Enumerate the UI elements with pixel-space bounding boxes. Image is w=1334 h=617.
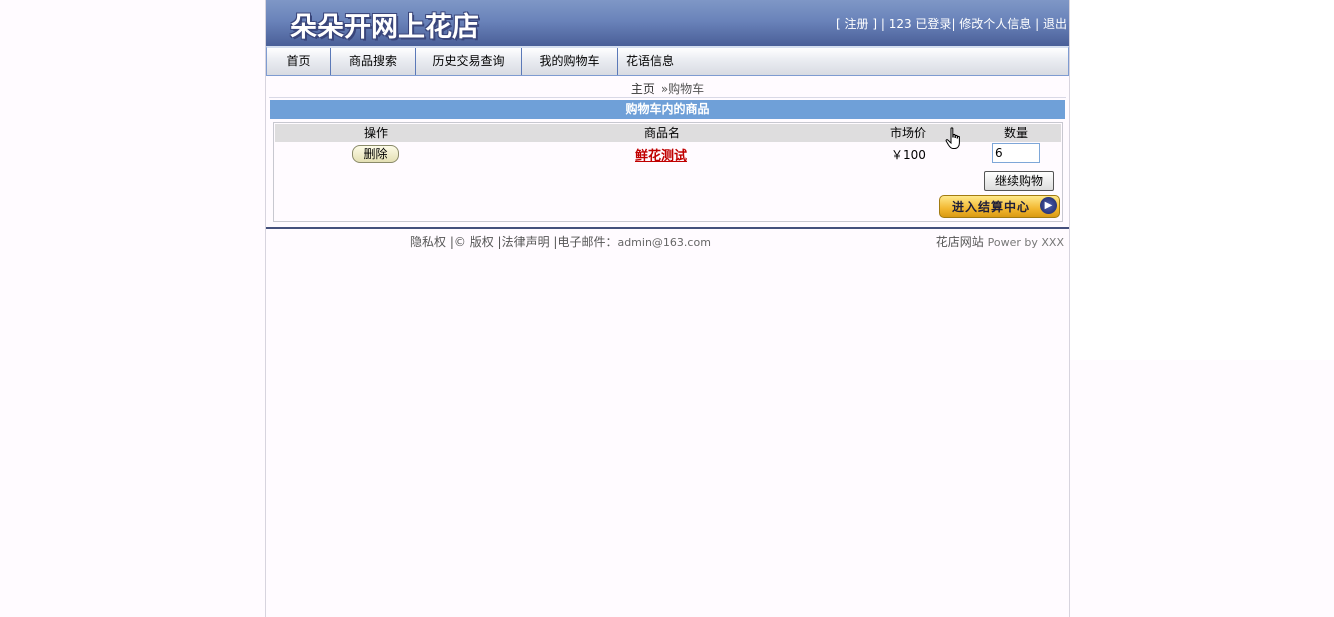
breadcrumb: 主页 »购物车 — [266, 80, 1069, 97]
site-logo: 朵朵开网上花店 — [290, 12, 479, 43]
page-margin-left — [0, 0, 265, 617]
hand-pointer-icon — [945, 127, 960, 149]
nav-item-search[interactable]: 商品搜索 — [331, 48, 416, 75]
nav-item-cart[interactable]: 我的购物车 — [522, 48, 618, 75]
email-link[interactable]: admin@163.com — [617, 236, 710, 249]
nav-item-flower-language[interactable]: 花语信息 — [618, 48, 682, 75]
footer-divider — [266, 227, 1069, 229]
checkout-button[interactable]: 进入结算中心 ▶ — [939, 195, 1060, 218]
nav-item-history[interactable]: 历史交易查询 — [416, 48, 522, 75]
edit-profile-link[interactable]: 修改个人信息 — [959, 17, 1031, 31]
column-header-action: 操作 — [364, 126, 389, 140]
quantity-input[interactable] — [992, 143, 1040, 163]
logout-link[interactable]: 退出 — [1043, 17, 1067, 31]
cart-title: 购物车内的商品 — [270, 100, 1065, 119]
footer-credit: 花店网站 Power by XXX — [936, 233, 1064, 250]
nav-item-home[interactable]: 首页 — [267, 48, 331, 75]
cart-table: 操作 商品名 市场价 数量 删除 鲜花测试 ￥100 继续购物 进入结算中心 ▶ — [273, 122, 1063, 222]
product-price: ￥100 — [891, 148, 926, 162]
checkout-label: 进入结算中心 — [952, 200, 1031, 214]
page-container: 朵朵开网上花店 [ 注册 ] | 123 已登录| 修改个人信息 | 退出 首页… — [265, 0, 1070, 617]
copyright-link[interactable]: |© 版权 — [450, 235, 494, 249]
register-link[interactable]: [ 注册 ] — [836, 17, 877, 31]
legal-link[interactable]: |法律声明 — [498, 235, 550, 249]
page-margin-right — [1069, 0, 1334, 360]
column-header-qty: 数量 — [1004, 126, 1029, 140]
logged-in-status: 123 已登录 — [888, 17, 952, 31]
link-separator: | — [877, 17, 889, 31]
main-nav: 首页 商品搜索 历史交易查询 我的购物车 花语信息 — [266, 46, 1069, 76]
continue-shopping-button[interactable]: 继续购物 — [984, 171, 1054, 191]
cart-table-header: 操作 商品名 市场价 数量 — [275, 124, 1061, 142]
site-footer: 隐私权 |© 版权 |法律声明 |电子邮件：admin@163.com 花店网站… — [266, 233, 1069, 249]
cart-panel: 购物车内的商品 操作 商品名 市场价 数量 删除 鲜花测试 ￥100 继续购物 … — [269, 97, 1066, 227]
product-name-link[interactable]: 鲜花测试 — [635, 145, 687, 164]
breadcrumb-current: »购物车 — [660, 82, 705, 96]
site-header: 朵朵开网上花店 [ 注册 ] | 123 已登录| 修改个人信息 | 退出 — [266, 0, 1069, 46]
privacy-link[interactable]: 隐私权 — [410, 235, 446, 249]
email-label: |电子邮件： — [553, 235, 618, 249]
powered-by: Power by XXX — [987, 236, 1064, 249]
delete-button[interactable]: 删除 — [352, 145, 399, 163]
arrow-right-icon: ▶ — [1040, 197, 1057, 214]
breadcrumb-home[interactable]: 主页 — [631, 82, 655, 96]
footer-links: 隐私权 |© 版权 |法律声明 |电子邮件：admin@163.com — [410, 233, 711, 250]
column-header-price: 市场价 — [890, 126, 927, 140]
link-separator: | — [1031, 17, 1043, 31]
account-links: [ 注册 ] | 123 已登录| 修改个人信息 | 退出 — [836, 15, 1067, 32]
site-name: 花店网站 — [935, 235, 984, 249]
column-header-name: 商品名 — [644, 126, 681, 140]
